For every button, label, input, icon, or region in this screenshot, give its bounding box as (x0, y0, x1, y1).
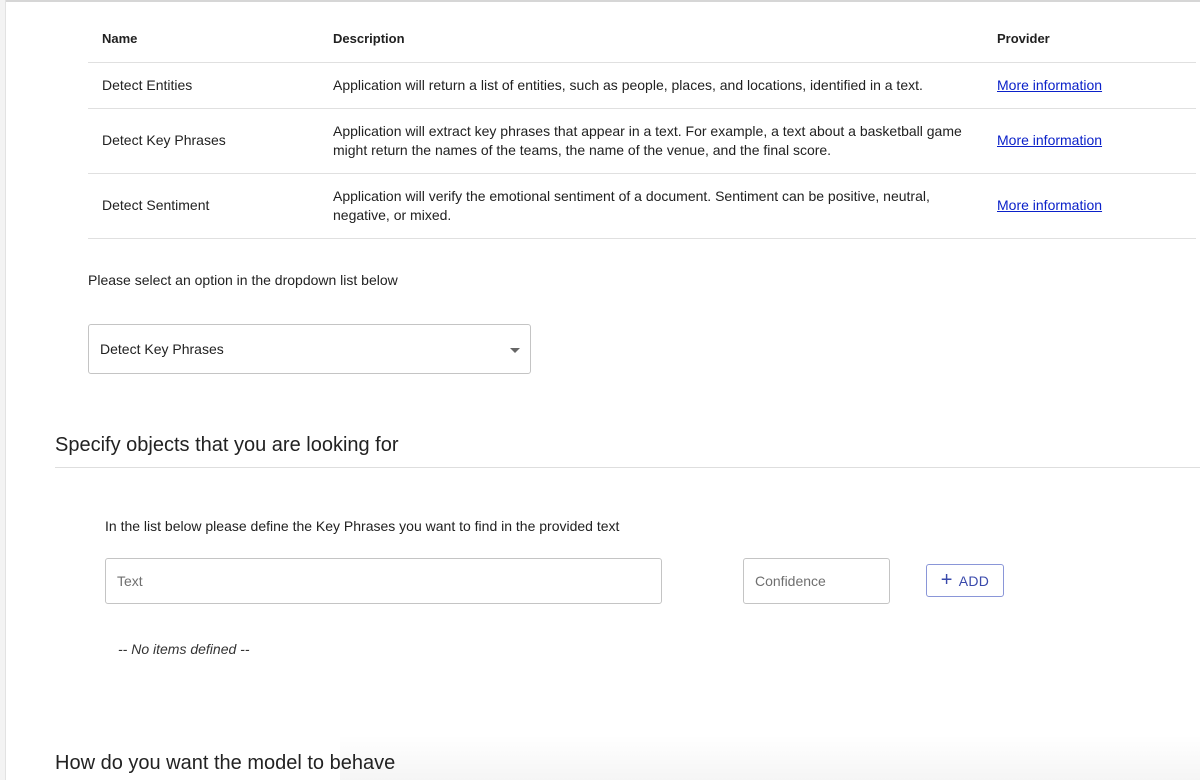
services-table: Name Description Provider Detect Entitie… (88, 16, 1196, 239)
plus-icon: + (940, 568, 953, 591)
table-row: Detect Key Phrases Application will extr… (88, 108, 1196, 174)
section-divider (55, 467, 1200, 468)
table-row: Detect Entities Application will return … (88, 62, 1196, 109)
more-information-link[interactable]: More information (997, 132, 1102, 148)
add-button-label: ADD (958, 572, 990, 589)
dropdown-selected-value: Detect Key Phrases (100, 341, 224, 357)
row-description: Application will return a list of entiti… (333, 62, 997, 109)
top-border (0, 0, 1200, 2)
row-name: Detect Key Phrases (88, 108, 333, 174)
key-phrases-hint: In the list below please define the Key … (105, 518, 620, 534)
header-name: Name (88, 16, 333, 63)
select-hint: Please select an option in the dropdown … (88, 272, 398, 288)
add-button[interactable]: + ADD (926, 564, 1004, 597)
header-provider: Provider (997, 16, 1196, 63)
dropdown-arrow-icon (510, 348, 520, 353)
empty-list-message: -- No items defined -- (118, 641, 250, 657)
row-name: Detect Entities (88, 62, 333, 109)
objects-section-title: Specify objects that you are looking for (55, 434, 399, 456)
left-panel-edge (0, 0, 6, 780)
row-description: Application will verify the emotional se… (333, 173, 997, 239)
row-description: Application will extract key phrases tha… (333, 108, 997, 174)
more-information-link[interactable]: More information (997, 77, 1102, 93)
table-header-row: Name Description Provider (88, 16, 1196, 63)
service-dropdown[interactable]: Detect Key Phrases (88, 324, 531, 374)
behavior-section-title: How do you want the model to behave (55, 752, 396, 774)
text-input[interactable] (105, 558, 662, 604)
bottom-shadow (340, 735, 1200, 780)
row-name: Detect Sentiment (88, 173, 333, 239)
header-description: Description (333, 16, 997, 63)
more-information-link[interactable]: More information (997, 197, 1102, 213)
table-row: Detect Sentiment Application will verify… (88, 173, 1196, 239)
confidence-input[interactable] (743, 558, 890, 604)
